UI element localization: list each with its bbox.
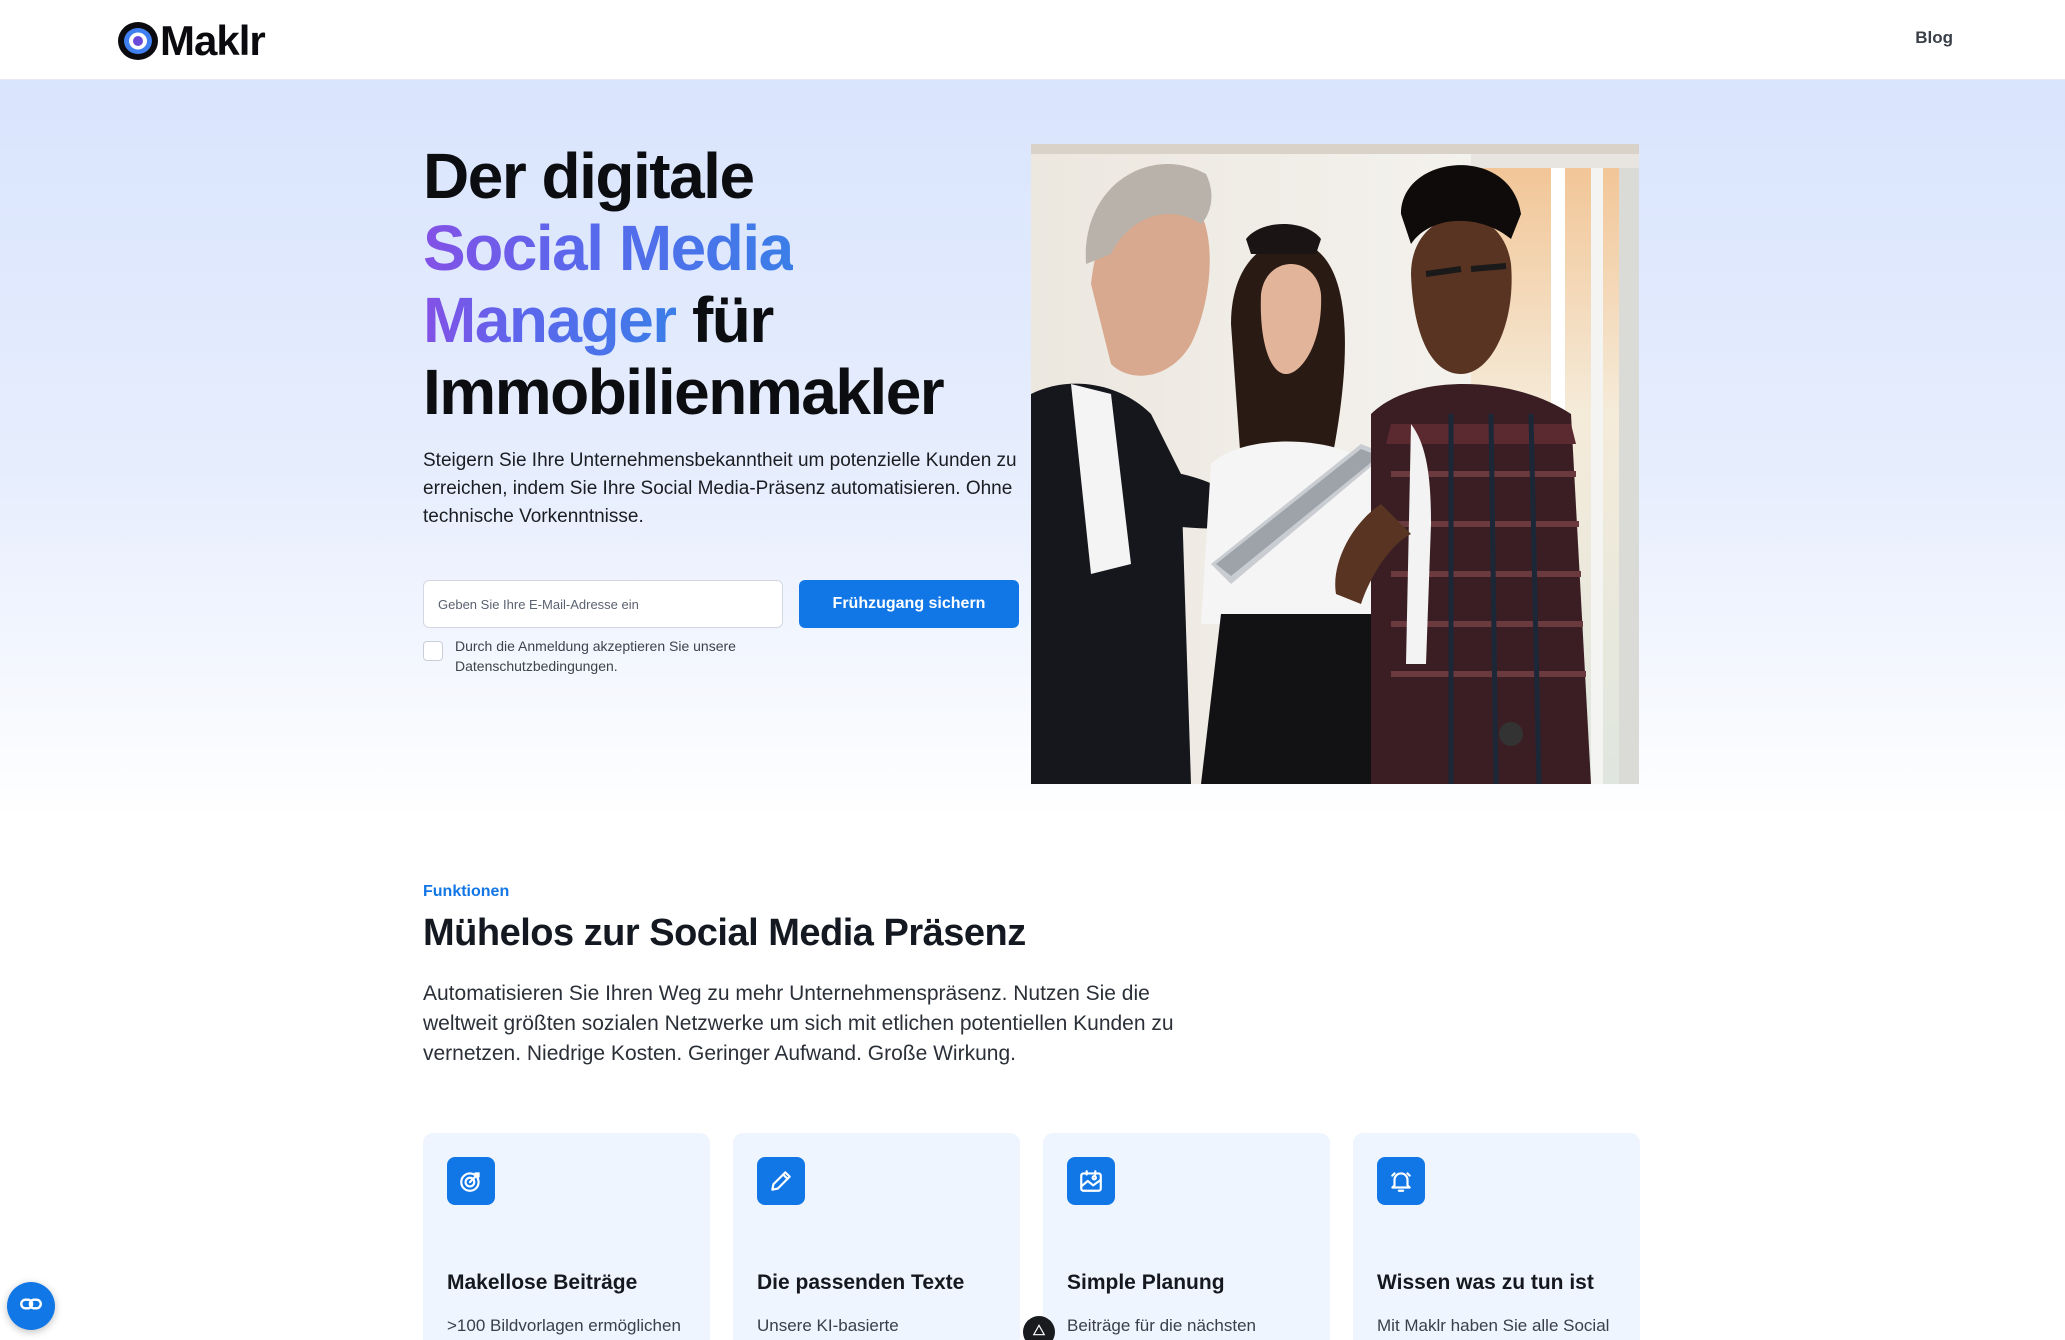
card-text: >100 Bildvorlagen ermöglichen: [447, 1316, 681, 1335]
bell-icon: [1377, 1157, 1425, 1205]
email-input[interactable]: [423, 580, 783, 628]
early-access-button[interactable]: Frühzugang sichern: [799, 580, 1019, 628]
hero-title-highlight-1: Social Media: [423, 212, 794, 284]
feature-card: Wissen was zu tun ist Mit Maklr haben Si…: [1353, 1133, 1640, 1340]
site-header: Maklr Blog: [0, 0, 2065, 80]
hero-title-line4: Immobilienmakler: [423, 356, 945, 428]
card-title: Makellose Beiträge: [447, 1271, 638, 1294]
card-title: Die passenden Texte: [757, 1271, 965, 1294]
logo-text: Maklr: [160, 17, 266, 64]
chat-widget-button[interactable]: [7, 1282, 55, 1330]
hero-title-line1: Der digitale: [423, 140, 755, 212]
feature-card: Die passenden Texte Unsere KI-basierte: [733, 1133, 1020, 1340]
hero-photo: [1031, 144, 1639, 784]
target-icon: [447, 1157, 495, 1205]
consent-checkbox[interactable]: [423, 641, 443, 661]
calendar-image-icon: [1067, 1157, 1115, 1205]
hero-title-line3-rest: für: [675, 284, 774, 356]
build-badge[interactable]: [1023, 1316, 1055, 1340]
section-kicker: Funktionen: [423, 883, 510, 900]
pencil-icon: [757, 1157, 805, 1205]
card-text: Mit Maklr haben Sie alle Social: [1377, 1316, 1610, 1335]
nav-link-blog[interactable]: Blog: [1915, 28, 1953, 48]
feature-card: Makellose Beiträge >100 Bildvorlagen erm…: [423, 1133, 710, 1340]
card-text: Unsere KI-basierte: [757, 1316, 899, 1335]
card-title: Simple Planung: [1067, 1271, 1225, 1294]
feature-cards: Makellose Beiträge >100 Bildvorlagen erm…: [423, 1133, 1640, 1340]
card-text: Beiträge für die nächsten: [1067, 1316, 1257, 1335]
hero-title-highlight-2: Manager: [423, 284, 677, 356]
hero-subtitle: Steigern Sie Ihre Unternehmensbekannthei…: [423, 450, 1017, 527]
link-icon: [18, 1291, 44, 1322]
triangle-icon: [1032, 1323, 1046, 1340]
logo-eye-icon: [116, 17, 164, 65]
section-title: Mühelos zur Social Media Präsenz: [423, 912, 1026, 954]
consent-text: Durch die Anmeldung akzeptieren Sie unse…: [455, 638, 736, 674]
hero-title: Der digitale Social Media Manager für Im…: [423, 140, 1023, 428]
logo[interactable]: Maklr: [116, 17, 266, 65]
feature-card: Simple Planung Beiträge für die nächsten: [1043, 1133, 1330, 1340]
section-text: Automatisieren Sie Ihren Weg zu mehr Unt…: [423, 982, 1174, 1065]
card-title: Wissen was zu tun ist: [1377, 1271, 1594, 1294]
